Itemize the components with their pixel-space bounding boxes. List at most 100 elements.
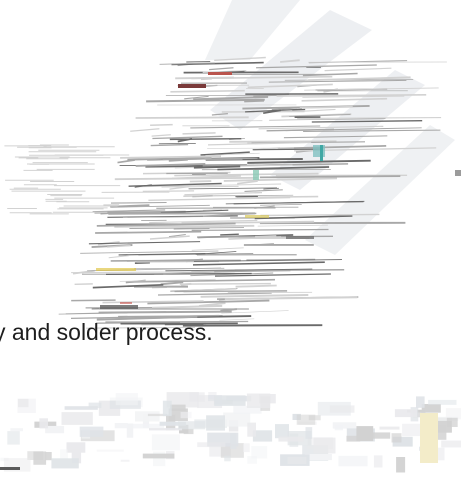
glitch-line [255,235,277,238]
noise-block [416,396,425,408]
noise-block [0,467,20,470]
noise-block [151,434,180,451]
glitch-line [252,148,321,151]
glitch-line [169,137,242,141]
glitch-line [237,180,258,185]
noise-block [296,414,316,425]
noise-block [61,412,93,425]
noise-block [208,395,215,402]
glitch-line [71,299,116,302]
caption-text: y and solder process. [0,319,213,345]
noise-block [64,406,98,410]
noise-block [114,423,128,429]
glitch-line [192,261,325,266]
glitch-line [191,247,244,251]
noise-block [436,424,447,440]
glitch-line [193,165,241,169]
glitch-line [130,128,160,132]
noise-block [278,436,304,442]
noise-block [180,411,192,419]
glitch-line [152,135,223,140]
glitch-line [129,227,245,229]
noise-block [223,412,251,427]
noise-block [197,442,226,448]
noise-block [7,431,20,445]
glitched-image-canvas: y and solder process. [0,0,461,495]
noise-block [96,449,124,452]
noise-block [224,455,231,462]
noise-block [243,443,250,453]
noise-block [332,422,357,429]
glitch-line [191,228,329,232]
glitch-line [260,204,302,206]
glitch-line [220,233,239,236]
noise-block [446,417,458,427]
noise-block [428,399,457,405]
glitch-line [174,290,288,293]
noise-block [132,423,164,429]
glitch-line [183,194,294,197]
glitch-line [151,304,223,309]
noise-block [135,411,160,422]
noise-block [275,424,289,439]
glitch-line [224,296,358,301]
glitch-line [209,67,234,71]
noise-block [189,392,205,402]
glitch-line [150,143,189,147]
noise-block [251,446,268,459]
noise-block [115,393,138,406]
glitch-line [148,196,291,201]
noise-block [10,428,23,432]
noise-block [396,457,406,473]
noise-block [183,428,194,435]
noise-block [206,415,225,431]
noise-block [45,452,52,461]
noise-block [373,455,383,468]
glitch-line [233,201,364,205]
noise-block [329,405,355,413]
noise-block [394,409,418,418]
noise-block [247,422,256,437]
noise-block [287,456,307,464]
glitch-line [151,134,171,137]
glitch-line [184,191,263,196]
glitch-line [247,159,371,164]
noise-block [51,458,79,469]
glitch-line [157,292,272,296]
noise-block [356,432,391,439]
glitch-line [161,185,239,188]
noise-block [338,455,368,467]
glitch-line [134,261,150,264]
glitch-line [110,201,167,204]
glitch-line [135,116,249,119]
noise-block [441,440,461,448]
glitch-line [257,224,328,227]
glitch-line [108,255,129,259]
glitch-line [80,250,219,254]
glitch-line [173,228,210,230]
glitch-line [235,284,277,288]
glitch-line [182,132,216,135]
noise-block [178,421,206,430]
glitch-line [170,89,245,93]
glitch-line [150,123,173,127]
noise-block [214,395,246,406]
noise-block [230,433,237,449]
glitch-line [299,105,353,109]
noise-block [420,413,438,463]
noise-block [126,423,134,438]
noise-block [17,398,36,413]
noise-block [379,426,400,430]
glitch-line [311,120,423,123]
noise-block [162,400,172,417]
glitch-line [200,294,309,298]
noise-block [79,426,104,437]
noise-block [246,393,271,408]
glitch-line [179,282,271,285]
noise-strip [0,392,461,473]
noise-block [39,418,48,429]
glitch-line [244,189,283,192]
noise-block [391,433,402,443]
noise-block [142,453,175,459]
noise-block [120,459,130,462]
